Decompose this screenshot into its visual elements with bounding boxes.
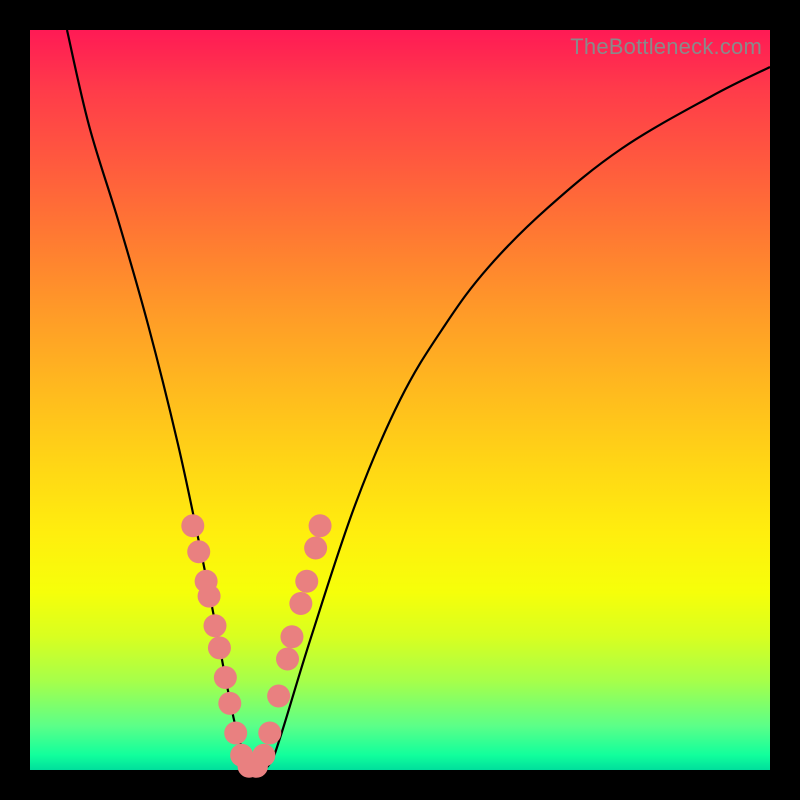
data-marker xyxy=(309,514,332,537)
data-marker xyxy=(181,514,204,537)
data-marker xyxy=(218,692,241,715)
data-marker xyxy=(304,537,327,560)
bottleneck-curve xyxy=(67,30,770,770)
data-marker xyxy=(198,585,221,608)
data-marker xyxy=(214,666,237,689)
data-marker xyxy=(204,614,227,637)
data-marker xyxy=(267,685,290,708)
data-marker xyxy=(208,636,231,659)
plot-area: TheBottleneck.com xyxy=(30,30,770,770)
data-marker xyxy=(224,722,247,745)
data-marker xyxy=(252,744,275,767)
data-marker xyxy=(258,722,281,745)
data-marker xyxy=(280,625,303,648)
data-marker xyxy=(295,570,318,593)
curve-svg xyxy=(30,30,770,770)
data-marker xyxy=(187,540,210,563)
chart-frame: TheBottleneck.com xyxy=(0,0,800,800)
data-marker xyxy=(276,648,299,671)
data-marker xyxy=(289,592,312,615)
